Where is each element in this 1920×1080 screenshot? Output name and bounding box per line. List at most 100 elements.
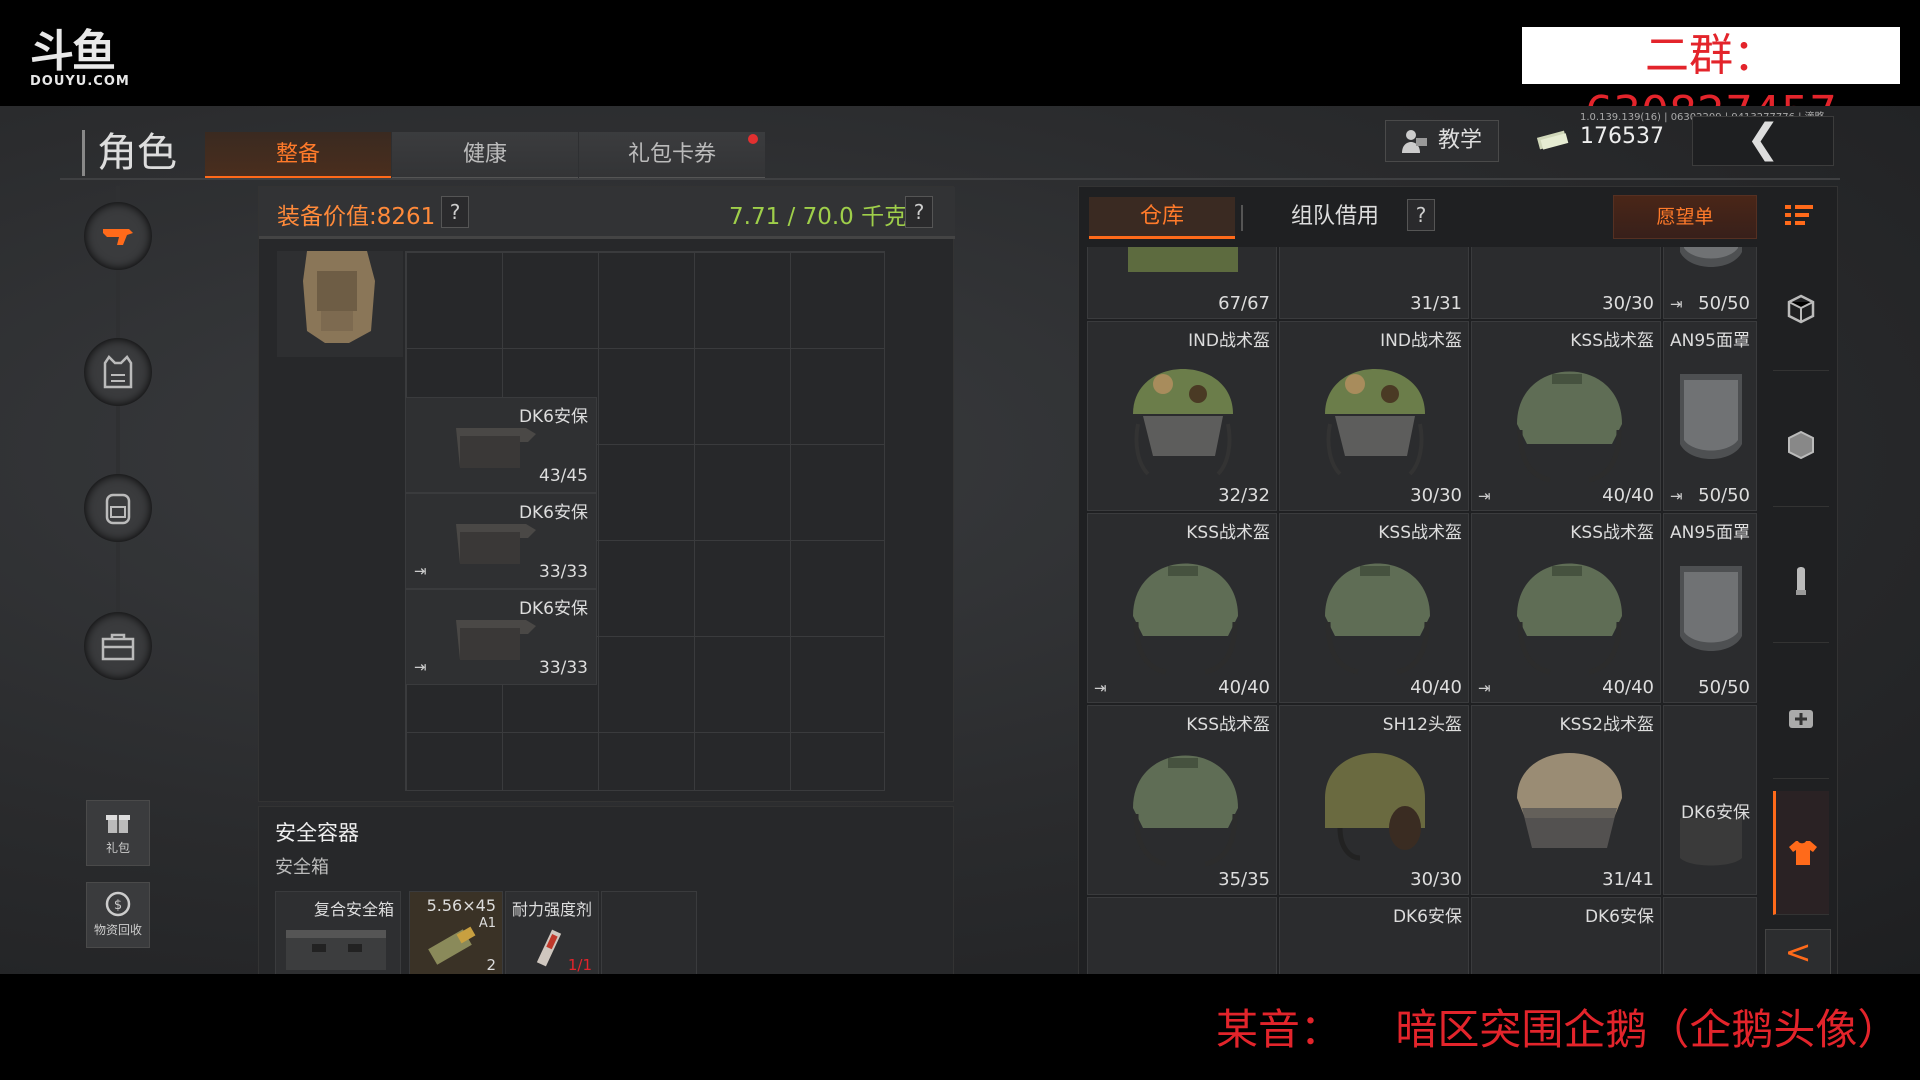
tab-gift-cards[interactable]: 礼包卡券 <box>579 132 765 180</box>
warehouse-item[interactable]: AN95面罩 50/50 <box>1663 513 1757 703</box>
tab-prepare[interactable]: 整备 <box>205 132 391 180</box>
warehouse-item[interactable]: DK6安保 <box>1471 897 1661 974</box>
helmet-icon <box>1517 563 1622 675</box>
douyu-logo: 斗鱼 DOUYU.COM <box>30 30 130 90</box>
item-durability: 32/32 <box>1218 485 1270 506</box>
borrow-help-button[interactable]: ? <box>1407 199 1435 231</box>
filter-container-button[interactable] <box>1773 383 1829 507</box>
secure-container-title: 安全容器 <box>275 821 359 845</box>
filter-medical-button[interactable] <box>1773 655 1829 779</box>
extract-icon: ⇥ <box>414 658 427 676</box>
helmet-icon <box>1517 753 1622 848</box>
warehouse-panel: 仓库 组队借用 ? 愿望单 67/67 31/31 30/30 ⇥ 50/50 IND战术… <box>1078 186 1838 974</box>
warehouse-item[interactable]: KSS战术盔 ⇥ 40/40 <box>1471 513 1661 703</box>
gun-icon <box>103 229 133 245</box>
backpack-item[interactable]: DK6安保 ⇥ 33/33 <box>405 493 597 589</box>
warehouse-item[interactable]: 67/67 <box>1087 247 1277 319</box>
secure-box-slot[interactable]: 复合安全箱 <box>275 891 401 974</box>
filter-all-button[interactable] <box>1773 247 1829 371</box>
value-help-button[interactable]: ? <box>441 196 469 228</box>
item-durability: 33/33 <box>539 562 588 582</box>
item-name: KSS战术盔 <box>1570 523 1654 543</box>
warehouse-item[interactable]: KSS战术盔 40/40 <box>1279 513 1469 703</box>
back-button[interactable]: ❮ <box>1692 116 1834 166</box>
item-durability: 50/50 <box>1698 485 1750 506</box>
item-durability: 40/40 <box>1602 677 1654 698</box>
logo-domain: DOUYU.COM <box>30 74 130 89</box>
weight-help-button[interactable]: ? <box>905 196 933 228</box>
item-name: KSS战术盔 <box>1186 523 1270 543</box>
empty-slot[interactable] <box>601 891 697 974</box>
sidebar-recycle-button[interactable]: $ 物资回收 <box>86 882 150 948</box>
tab-separator <box>1241 205 1243 231</box>
toolbox-icon <box>101 633 135 661</box>
extract-icon: ⇥ <box>1670 295 1683 313</box>
warehouse-item[interactable]: IND战术盔 32/32 <box>1087 321 1277 511</box>
tab-warehouse[interactable]: 仓库 <box>1089 197 1235 239</box>
case-icon <box>286 930 386 970</box>
currency-amount: 176537 <box>1580 124 1664 149</box>
face-mask-icon <box>1680 247 1742 267</box>
shirt-icon <box>1788 840 1817 865</box>
item-durability: 31/31 <box>1410 293 1462 314</box>
item-name: AN95面罩 <box>1670 523 1750 543</box>
item-durability: 30/30 <box>1410 869 1462 890</box>
filter-ammo-button[interactable] <box>1773 519 1829 643</box>
ammo-icon <box>428 926 476 965</box>
gift-icon <box>106 815 130 833</box>
backpack-item[interactable]: DK6安保 43/45 <box>405 397 597 493</box>
cash-icon <box>1536 130 1569 150</box>
item-name: AN95面罩 <box>1670 331 1750 351</box>
sidebar-backpack-button[interactable] <box>84 474 152 542</box>
equipped-backpack[interactable] <box>277 251 403 357</box>
tutorial-button[interactable]: 教学 <box>1385 120 1499 162</box>
warehouse-item[interactable]: KSS战术盔 35/35 <box>1087 705 1277 895</box>
warehouse-item[interactable] <box>1663 897 1757 974</box>
warehouse-item[interactable] <box>1087 897 1277 974</box>
item-durability: 35/35 <box>1218 869 1270 890</box>
warehouse-item[interactable]: DK6安保 <box>1279 897 1469 974</box>
helmet-icon <box>1325 369 1425 476</box>
bottom-caption: 某音： 暗区突围企鹅（企鹅头像） <box>1216 1005 1900 1054</box>
warehouse-item[interactable]: KSS战术盔 ⇥ 40/40 <box>1471 321 1661 511</box>
item-name: KSS战术盔 <box>1378 523 1462 543</box>
warehouse-item[interactable]: AN95面罩 ⇥ 50/50 <box>1663 321 1757 511</box>
warehouse-item[interactable]: IND战术盔 30/30 <box>1279 321 1469 511</box>
game-screen: 角色 整备 健康 礼包卡券 教学 1.0.139.139(16) | 06302… <box>0 106 1920 974</box>
tab-health[interactable]: 健康 <box>392 132 578 180</box>
secure-container-panel: 安全容器 安全箱 复合安全箱 5.56×45 A1 2 耐力强度剂 1/1 <box>258 806 954 974</box>
warehouse-item[interactable]: ⇥ 50/50 <box>1663 247 1757 319</box>
sidebar-weapon-button[interactable] <box>84 202 152 270</box>
filter-gear-button[interactable] <box>1773 791 1829 915</box>
page-title: 角色 <box>82 130 177 176</box>
chevron-left-icon: ❮ <box>1746 116 1780 162</box>
sidebar-vest-button[interactable] <box>84 338 152 406</box>
tab-team-borrow[interactable]: 组队借用 <box>1255 197 1415 239</box>
helmet-icon <box>1517 371 1622 483</box>
warehouse-item[interactable]: 30/30 <box>1471 247 1661 319</box>
collapse-button[interactable]: < <box>1765 929 1831 974</box>
helmet-icon <box>1300 247 1450 292</box>
warehouse-item[interactable]: SH12头盔 30/30 <box>1279 705 1469 895</box>
recycle-label: 物资回收 <box>93 923 142 937</box>
backpack-item[interactable]: DK6安保 ⇥ 33/33 <box>405 589 597 685</box>
secure-box-label: 安全箱 <box>275 857 329 878</box>
sidebar-gift-button[interactable]: 礼包 <box>86 800 150 866</box>
item-name: DK6安保 <box>518 503 588 523</box>
equipment-weight: 7.71 / 70.0 千克 <box>729 204 908 230</box>
warehouse-item[interactable]: 31/31 <box>1279 247 1469 319</box>
sort-icon[interactable] <box>1781 201 1817 231</box>
item-name: IND战术盔 <box>1380 331 1462 351</box>
ammo-grade: A1 <box>478 916 496 931</box>
ammo-slot[interactable]: 5.56×45 A1 2 <box>409 891 503 974</box>
tutorial-label: 教学 <box>1438 128 1483 153</box>
warehouse-item[interactable]: KSS战术盔 ⇥ 40/40 <box>1087 513 1277 703</box>
warehouse-item[interactable]: KSS2战术盔 31/41 <box>1471 705 1661 895</box>
helmet-icon <box>1133 755 1238 867</box>
wishlist-button[interactable]: 愿望单 <box>1613 195 1757 239</box>
stimulant-slot[interactable]: 耐力强度剂 1/1 <box>505 891 599 974</box>
item-durability: 40/40 <box>1218 677 1270 698</box>
sidebar-toolbox-button[interactable] <box>84 612 152 680</box>
item-name: KSS2战术盔 <box>1559 715 1654 735</box>
warehouse-item[interactable]: DK6安保 <box>1663 705 1757 895</box>
